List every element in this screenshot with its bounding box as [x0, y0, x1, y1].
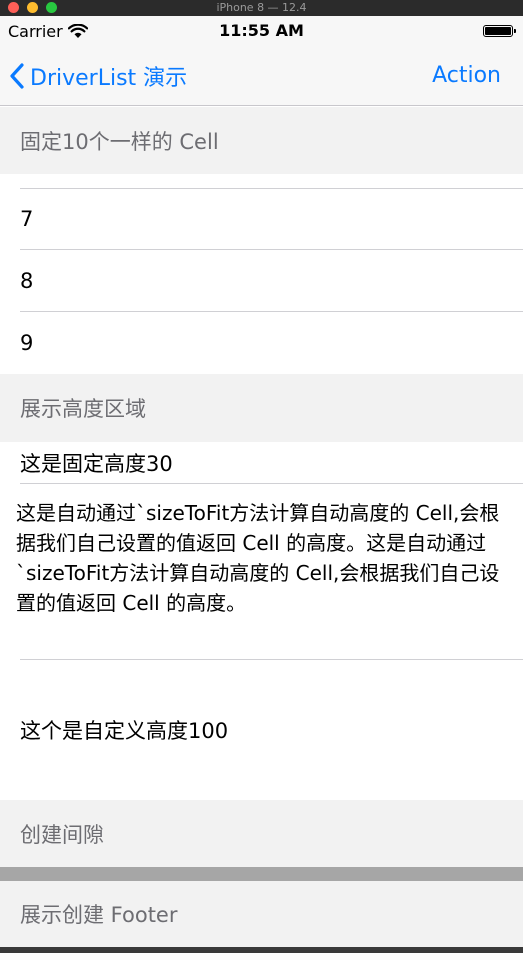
close-window-button[interactable]	[8, 2, 19, 13]
section-header-gap: 创建间隙	[0, 800, 523, 867]
section-header-fixed-cells: 固定10个一样的 Cell	[0, 107, 523, 174]
action-button[interactable]: Action	[432, 63, 501, 88]
table-row-auto-height[interactable]: 这是自动通过`sizeToFit方法计算自动高度的 Cell,会根据我们自己设置…	[0, 484, 523, 660]
table-view[interactable]: 固定10个一样的 Cell 7 8 9 展示高度区域 这是固定高度30 这是自动…	[0, 107, 523, 953]
section-header-footer: 展示创建 Footer	[0, 881, 523, 947]
section-gap	[0, 867, 523, 881]
section-header-height-area: 展示高度区域	[0, 374, 523, 442]
table-row[interactable]: 8	[0, 250, 523, 312]
clock: 11:55 AM	[219, 21, 304, 40]
status-bar: Carrier 11:55 AM	[0, 16, 523, 46]
simulator-title-bar: iPhone 8 — 12.4	[0, 0, 523, 16]
table-row-custom-height[interactable]: 这个是自定义高度100	[0, 660, 523, 800]
table-row[interactable]: 7	[0, 188, 523, 250]
zoom-window-button[interactable]	[46, 2, 57, 13]
back-button[interactable]: DriverList 演示	[10, 60, 187, 92]
table-row[interactable]: 这是固定高度30	[0, 442, 523, 484]
navigation-bar: DriverList 演示 Action	[0, 46, 523, 106]
table-row[interactable]: 9	[0, 312, 523, 374]
battery-icon	[483, 25, 516, 37]
minimize-window-button[interactable]	[27, 2, 38, 13]
chevron-left-icon	[10, 63, 24, 89]
window-title: iPhone 8 — 12.4	[216, 1, 307, 14]
bottom-edge	[0, 947, 523, 953]
back-button-label: DriverList 演示	[30, 66, 188, 91]
